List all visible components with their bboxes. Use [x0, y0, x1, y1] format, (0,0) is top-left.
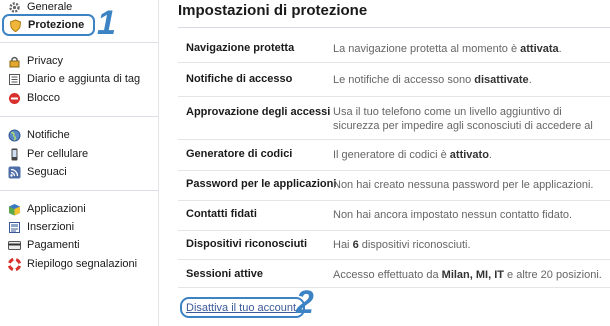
sidebar-item-diario[interactable]: Diario e aggiunta di tag	[0, 70, 140, 88]
shield-badge-icon	[9, 18, 22, 32]
setting-name: Dispositivi riconosciuti	[186, 238, 308, 250]
setting-value: Hai 6 dispositivi riconosciuti.	[333, 239, 471, 251]
sidebar-item-pagamenti[interactable]: Pagamenti	[0, 236, 80, 254]
setting-name: Password per le applicazioni	[186, 178, 337, 190]
block-icon	[9, 92, 20, 104]
app-cube-icon	[9, 203, 20, 215]
setting-row-approvazione-accessi[interactable]: Approvazione degli accessi Usa il tuo te…	[178, 97, 610, 140]
annotation-number-2: 2	[296, 284, 314, 320]
sidebar-item-blocco[interactable]: Blocco	[0, 89, 60, 107]
sidebar-item-notifiche[interactable]: Notifiche	[0, 126, 70, 144]
setting-value: Accesso effettuato da Milan, MI, IT e al…	[333, 269, 602, 281]
sidebar-item-label: Riepilogo segnalazioni	[27, 258, 138, 270]
setting-value: Non hai creato nessuna password per le a…	[333, 179, 594, 191]
settings-sidebar: Generale Protezione 1 Privacy Diario e a…	[0, 0, 159, 326]
setting-value: La navigazione protetta al momento è att…	[333, 43, 562, 55]
globe-icon	[8, 129, 21, 141]
sidebar-item-seguaci[interactable]: Seguaci	[0, 163, 67, 181]
setting-name: Navigazione protetta	[186, 42, 295, 54]
sidebar-item-label: Privacy	[27, 55, 64, 67]
deactivate-account-link[interactable]: Disattiva il tuo account.	[186, 302, 299, 314]
sidebar-item-label: Per cellulare	[27, 148, 89, 160]
deactivate-account-highlight: Disattiva il tuo account.	[180, 297, 306, 318]
sidebar-divider	[0, 190, 158, 191]
setting-row-navigazione-protetta[interactable]: Navigazione protetta La navigazione prot…	[178, 28, 610, 63]
sidebar-item-label: Generale	[27, 1, 73, 13]
setting-row-notifiche-accesso[interactable]: Notifiche di accesso Le notifiche di acc…	[178, 63, 610, 97]
setting-value: Il generatore di codici è attivato.	[333, 149, 492, 161]
setting-name: Approvazione degli accessi	[186, 106, 331, 118]
sidebar-divider	[0, 42, 158, 43]
setting-row-dispositivi-riconosciuti[interactable]: Dispositivi riconosciuti Hai 6 dispositi…	[178, 231, 610, 260]
gear-icon	[9, 1, 20, 13]
sidebar-item-label: Blocco	[27, 92, 61, 104]
sidebar-item-protezione[interactable]: Protezione	[2, 14, 95, 36]
sidebar-item-label: Diario e aggiunta di tag	[27, 73, 141, 85]
setting-name: Sessioni attive	[186, 268, 264, 280]
rss-feed-icon	[8, 166, 21, 178]
sidebar-item-label: Inserzioni	[27, 221, 75, 233]
lock-icon	[9, 56, 20, 67]
sidebar-item-inserzioni[interactable]: Inserzioni	[0, 218, 74, 236]
setting-name: Contatti fidati	[186, 208, 257, 220]
setting-row-sessioni-attive[interactable]: Sessioni attive Accesso effettuato da Mi…	[178, 260, 610, 288]
setting-name: Notifiche di accesso	[186, 73, 293, 85]
sidebar-item-label: Applicazioni	[27, 203, 86, 215]
sidebar-item-riepilogo[interactable]: Riepilogo segnalazioni	[0, 255, 137, 273]
ads-icon	[9, 221, 20, 233]
sidebar-item-privacy[interactable]: Privacy	[0, 52, 63, 70]
mobile-phone-icon	[11, 148, 18, 160]
sidebar-item-label: Protezione	[28, 19, 85, 31]
timeline-icon	[9, 73, 20, 85]
sidebar-divider	[0, 116, 158, 117]
sidebar-item-applicazioni[interactable]: Applicazioni	[0, 200, 86, 218]
sidebar-item-label: Pagamenti	[27, 239, 80, 251]
sidebar-item-cellulare[interactable]: Per cellulare	[0, 145, 88, 163]
lifebuoy-icon	[8, 257, 21, 271]
credit-card-icon	[8, 240, 21, 250]
annotation-number-1: 1	[97, 4, 116, 42]
setting-value: Usa il tuo telefono come un livello aggi…	[333, 106, 593, 132]
sidebar-item-label: Notifiche	[27, 129, 70, 141]
sidebar-item-label: Seguaci	[27, 166, 67, 178]
setting-row-password-applicazioni[interactable]: Password per le applicazioni Non hai cre…	[178, 171, 610, 201]
setting-row-generatore-codici[interactable]: Generatore di codici Il generatore di co…	[178, 140, 610, 171]
setting-value: Le notifiche di accesso sono disattivate…	[333, 74, 532, 86]
setting-name: Generatore di codici	[186, 148, 293, 160]
setting-row-contatti-fidati[interactable]: Contatti fidati Non hai ancora impostato…	[178, 201, 610, 231]
setting-value: Non hai ancora impostato nessun contatto…	[333, 209, 573, 221]
page-title: Impostazioni di protezione	[178, 2, 368, 19]
